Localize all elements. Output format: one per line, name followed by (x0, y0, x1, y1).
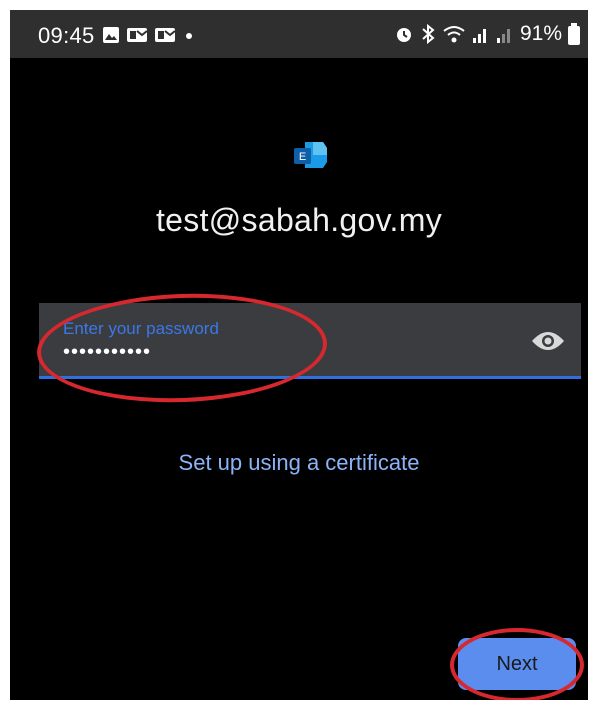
battery-icon (568, 23, 580, 45)
image-icon (103, 27, 119, 43)
battery-percent: 91% (519, 22, 562, 45)
password-field[interactable]: Enter your password ••••••••••• (39, 303, 581, 379)
bluetooth-icon (422, 23, 435, 45)
system-icons: 91% (394, 22, 580, 46)
status-bar: 09:45 91% (10, 10, 588, 58)
setup-certificate-link[interactable]: Set up using a certificate (10, 450, 588, 476)
exchange-icon: E (294, 142, 327, 168)
exchange-icon-letter: E (299, 151, 306, 163)
signal-weak-icon (496, 29, 510, 43)
dot-icon (186, 33, 192, 39)
alarm-icon (396, 28, 411, 42)
eye-icon[interactable] (531, 329, 565, 353)
notification-icons (102, 26, 196, 44)
mail-icon (155, 28, 176, 42)
mail-icon (127, 28, 148, 42)
password-input[interactable]: ••••••••••• (63, 341, 151, 364)
signal-icon (472, 29, 486, 43)
password-field-label: Enter your password (63, 319, 219, 338)
status-time: 09:45 (38, 23, 95, 48)
next-button[interactable]: Next (458, 638, 576, 690)
wifi-icon (443, 26, 465, 43)
phone-screen: 09:45 91% E test@sabah.gov.my Enter your… (10, 10, 588, 700)
account-email: test@sabah.gov.my (155, 202, 442, 238)
